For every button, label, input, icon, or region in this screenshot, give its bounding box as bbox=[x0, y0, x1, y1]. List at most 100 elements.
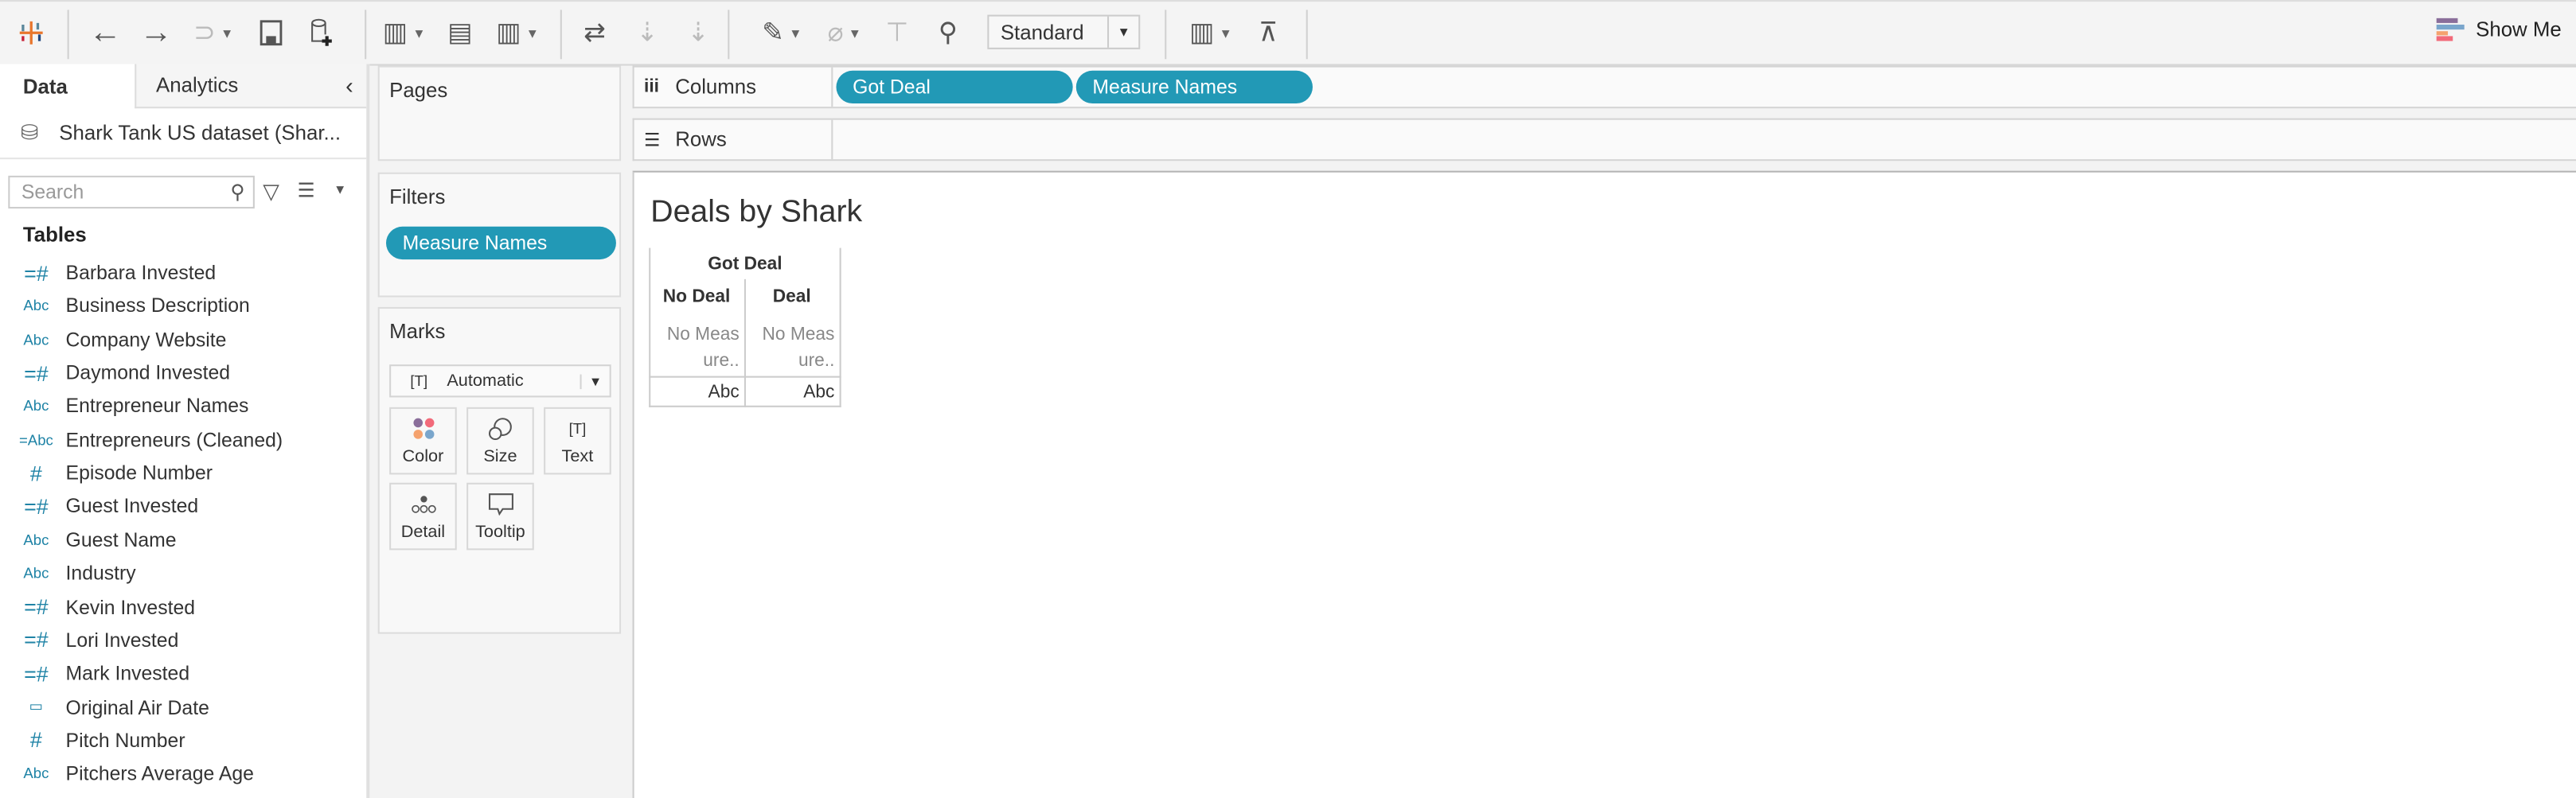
columns-shelf[interactable]: iii Columns Got Deal Measure Names bbox=[632, 65, 2576, 109]
field-label: Mark Invested bbox=[65, 662, 190, 685]
pin-icon[interactable]: ⚲ bbox=[931, 15, 964, 51]
field-item[interactable]: Abc Pitchers Average Age bbox=[0, 757, 366, 790]
field-label: Barbara Invested bbox=[65, 261, 217, 285]
dropdown-caret-icon[interactable]: ▼ bbox=[334, 182, 346, 197]
presentation-mode-icon[interactable]: ⊼ bbox=[1252, 15, 1285, 51]
fit-select-value: Standard bbox=[1000, 20, 1084, 44]
view-canvas[interactable]: Deals by Shark Got Deal No Deal Deal No … bbox=[632, 170, 2576, 798]
string-icon: Abc bbox=[23, 331, 49, 348]
save-icon[interactable] bbox=[255, 15, 287, 51]
field-item[interactable]: # Episode Number bbox=[0, 457, 366, 489]
field-label: Entrepreneur Names bbox=[65, 395, 249, 418]
columns-icon: iii bbox=[644, 76, 659, 97]
color-button[interactable]: Color bbox=[389, 407, 457, 475]
calc-number-icon: =# bbox=[24, 628, 49, 653]
cell-abc-deal[interactable]: Abc bbox=[744, 380, 834, 406]
highlight-icon[interactable]: ✎ ▼ bbox=[755, 15, 808, 51]
cell-text: ure.. bbox=[703, 351, 740, 372]
field-label: Business Description bbox=[65, 294, 250, 318]
calc-number-icon: =# bbox=[24, 594, 49, 620]
text-icon: [T] bbox=[568, 419, 587, 436]
field-item[interactable]: Abc Industry bbox=[0, 557, 366, 590]
cell-no-deal[interactable]: No Meas ure.. bbox=[649, 322, 740, 375]
crosstab: Got Deal No Deal Deal No Meas ure.. No Me… bbox=[649, 247, 841, 407]
rows-shelf-label: ☰ Rows bbox=[634, 119, 833, 160]
filter-icon[interactable]: ▽ bbox=[263, 179, 279, 205]
pages-card[interactable]: Pages bbox=[377, 65, 622, 162]
calc-number-icon: =# bbox=[24, 661, 49, 687]
field-item[interactable]: =# Kevin Invested bbox=[0, 590, 366, 623]
fit-select[interactable]: Standard ▼ bbox=[987, 14, 1141, 49]
field-item[interactable]: =Abc Entrepreneurs (Cleaned) bbox=[0, 423, 366, 456]
string-icon: Abc bbox=[23, 765, 49, 782]
filters-card[interactable]: Filters Measure Names bbox=[377, 172, 622, 298]
field-label: Guest Invested bbox=[65, 495, 199, 518]
column-header-got-deal[interactable]: Got Deal bbox=[649, 255, 841, 274]
view-title[interactable]: Deals by Shark bbox=[650, 196, 862, 232]
mark-type-value: Automatic bbox=[447, 371, 524, 391]
swap-rows-columns-icon[interactable]: ⇄ bbox=[578, 15, 611, 51]
tab-data[interactable]: Data bbox=[0, 64, 135, 109]
chevron-down-icon: ▼ bbox=[1107, 16, 1138, 48]
view-list-icon[interactable]: ☰ bbox=[298, 179, 315, 202]
field-item[interactable]: Abc Entrepreneur Names bbox=[0, 390, 366, 422]
field-item[interactable]: Abc Business Description bbox=[0, 290, 366, 322]
field-item[interactable]: =# Barbara Invested bbox=[0, 256, 366, 289]
tooltip-button[interactable]: Tooltip bbox=[466, 482, 534, 551]
column-header-no-deal[interactable]: No Deal bbox=[649, 287, 744, 307]
duplicate-sheet-icon[interactable]: ▤ bbox=[442, 15, 478, 51]
field-item[interactable]: =# Guest Invested bbox=[0, 490, 366, 523]
cell-deal[interactable]: No Meas ure.. bbox=[744, 322, 835, 375]
show-cards-icon[interactable]: ▥ ▼ bbox=[1183, 15, 1239, 51]
tableau-logo-icon[interactable] bbox=[14, 15, 49, 51]
size-icon bbox=[487, 409, 513, 446]
field-label: Daymond Invested bbox=[65, 361, 231, 385]
undo-icon[interactable]: ← bbox=[85, 14, 125, 51]
field-item[interactable]: Abc Company Website bbox=[0, 323, 366, 356]
filter-pill-measure-names[interactable]: Measure Names bbox=[385, 226, 616, 260]
field-item[interactable]: ▭ Original Air Date bbox=[0, 691, 366, 723]
field-item[interactable]: =# Lori Invested bbox=[0, 624, 366, 656]
show-me-icon bbox=[2436, 18, 2465, 41]
string-icon: Abc bbox=[23, 298, 49, 314]
field-label: Pitch Number bbox=[65, 729, 185, 752]
field-item[interactable]: # Pitch Number bbox=[0, 724, 366, 757]
string-icon: Abc bbox=[23, 398, 49, 415]
collapse-chevron-icon[interactable]: ‹ bbox=[345, 72, 353, 99]
number-icon: # bbox=[29, 728, 42, 753]
new-datasource-icon[interactable] bbox=[304, 15, 337, 51]
rows-label: Rows bbox=[675, 127, 727, 151]
tables-heading: Tables bbox=[22, 223, 87, 247]
field-item[interactable]: Abc Guest Name bbox=[0, 524, 366, 556]
field-item[interactable]: =# Daymond Invested bbox=[0, 356, 366, 389]
pages-heading: Pages bbox=[389, 79, 448, 102]
text-button[interactable]: [T] Text bbox=[544, 407, 611, 475]
columns-shelf-label: iii Columns bbox=[634, 67, 833, 107]
column-pill-measure-names[interactable]: Measure Names bbox=[1075, 70, 1313, 104]
search-icon: ⚲ bbox=[230, 181, 245, 204]
sort-ascending-icon: ⇣ bbox=[636, 19, 658, 48]
search-input[interactable]: Search ⚲ bbox=[8, 175, 255, 209]
marks-heading: Marks bbox=[389, 320, 446, 344]
tab-analytics[interactable]: Analytics ‹ bbox=[135, 64, 367, 109]
redo-icon[interactable]: → bbox=[136, 14, 176, 51]
filters-heading: Filters bbox=[389, 185, 446, 209]
show-me-button[interactable]: Show Me bbox=[2436, 18, 2562, 41]
datasource-item[interactable]: ⛁ Shark Tank US dataset (Shar... bbox=[0, 108, 367, 160]
column-header-deal[interactable]: Deal bbox=[744, 287, 840, 307]
columns-label: Columns bbox=[675, 75, 757, 99]
column-pill-got-deal[interactable]: Got Deal bbox=[836, 70, 1073, 104]
size-button[interactable]: Size bbox=[466, 407, 534, 475]
cell-abc-no-deal[interactable]: Abc bbox=[649, 380, 740, 406]
new-worksheet-icon[interactable]: ▥ ▼ bbox=[375, 15, 434, 51]
mark-type-select[interactable]: [T] Automatic ▼ bbox=[389, 364, 611, 398]
clear-sheet-icon[interactable]: ▥ ▼ bbox=[488, 15, 547, 51]
detail-button[interactable]: Detail bbox=[389, 482, 457, 551]
tab-analytics-label: Analytics bbox=[156, 73, 239, 97]
rows-shelf[interactable]: ☰ Rows bbox=[632, 118, 2576, 162]
field-label: Company Website bbox=[65, 328, 227, 352]
field-item[interactable]: =# Mark Invested bbox=[0, 657, 366, 690]
marks-card: Marks [T] Automatic ▼ Color Size [T] Text… bbox=[377, 306, 622, 634]
detail-icon bbox=[410, 485, 436, 522]
date-icon: ▭ bbox=[29, 698, 44, 714]
